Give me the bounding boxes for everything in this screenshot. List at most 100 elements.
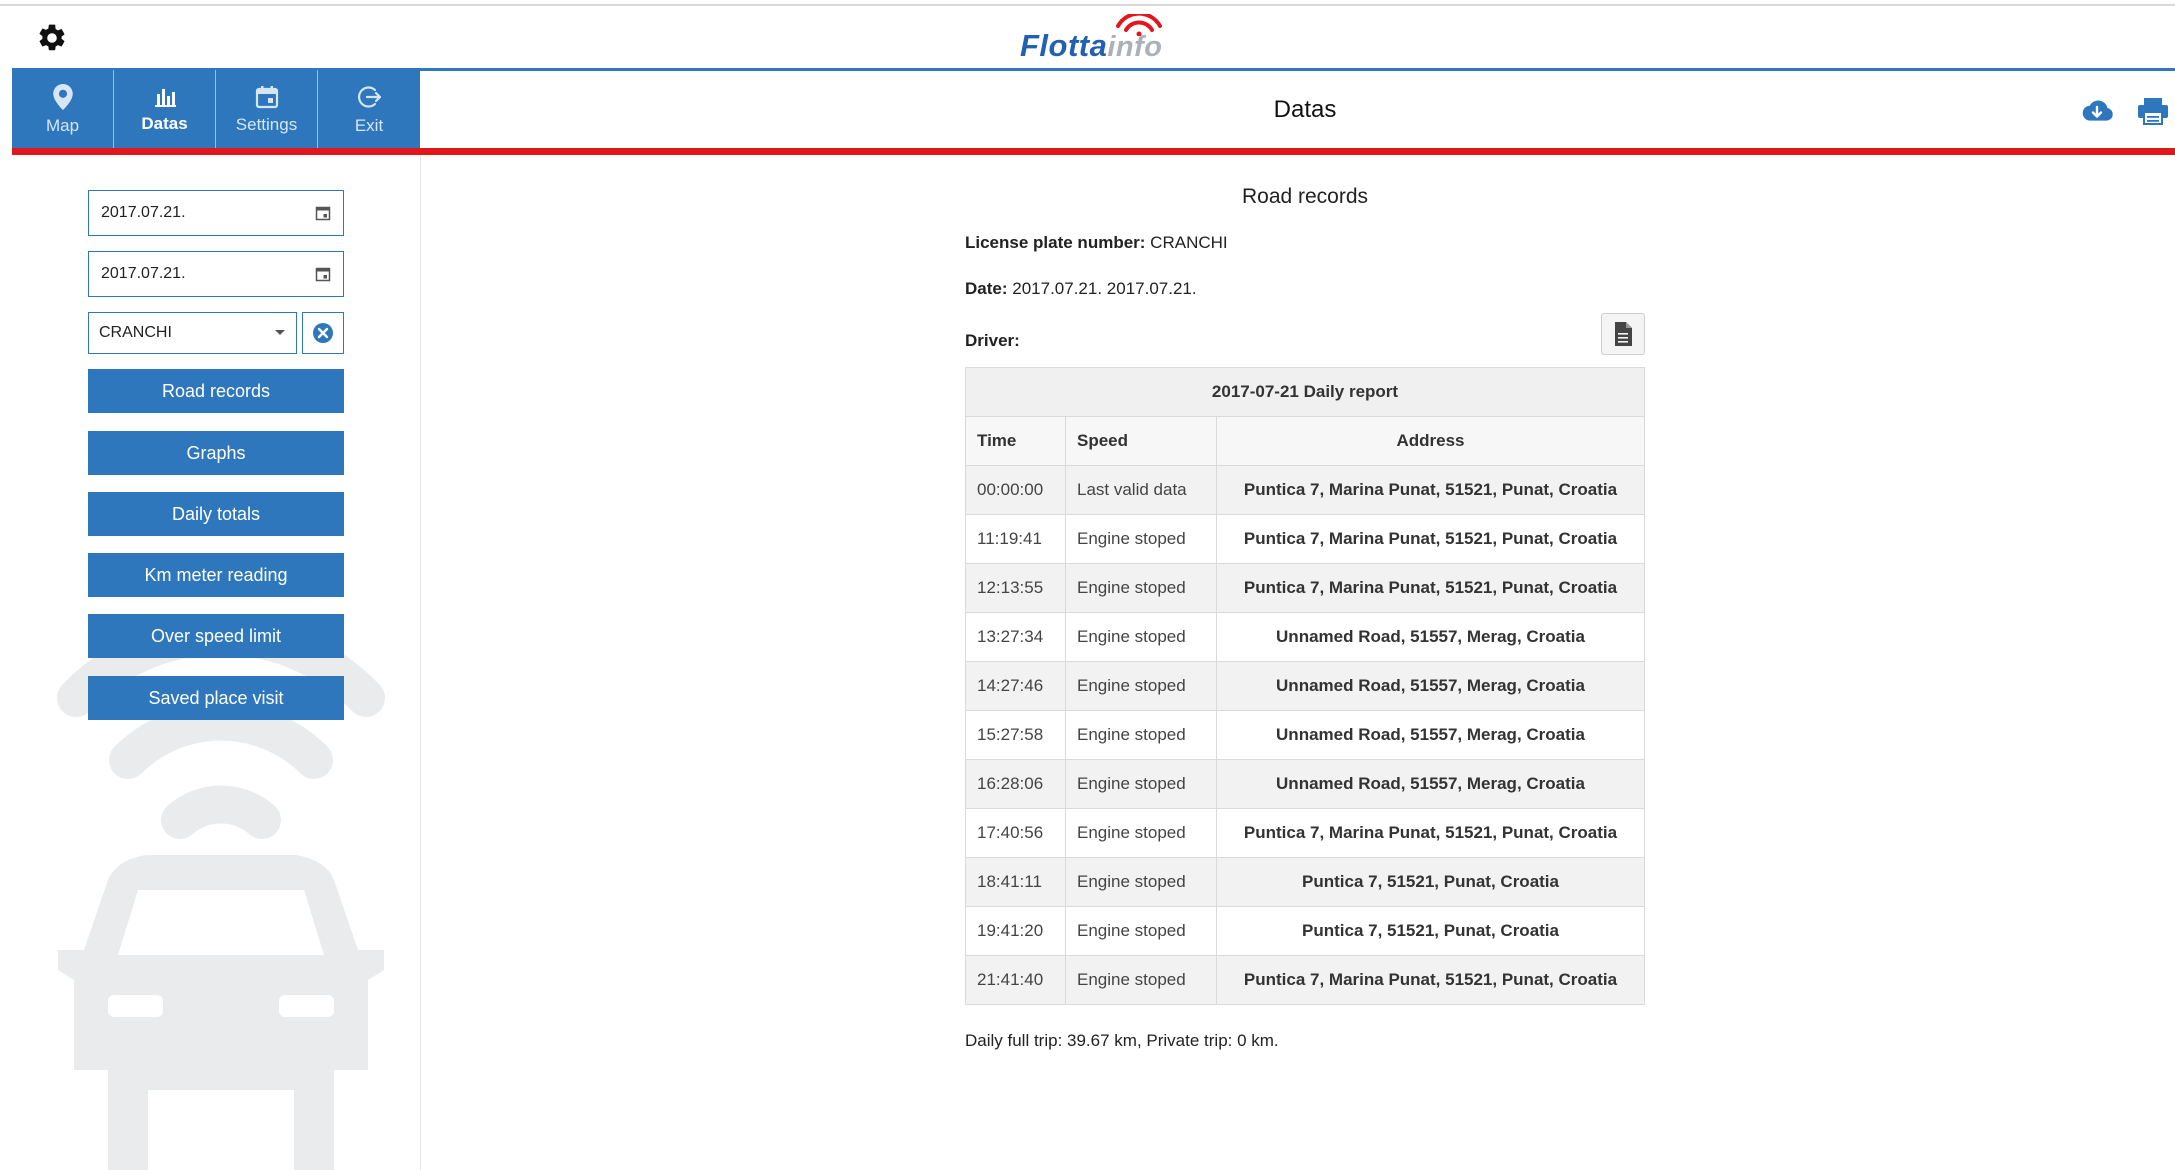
row-address-cell: Unnamed Road, 51557, Merag, Croatia xyxy=(1216,661,1645,711)
close-circle-icon xyxy=(313,323,333,343)
date-line: Date: 2017.07.21. 2017.07.21. xyxy=(965,279,1645,299)
row-address-cell: Unnamed Road, 51557, Merag, Croatia xyxy=(1216,612,1645,662)
row-address-cell: Puntica 7, 51521, Punat, Croatia xyxy=(1216,906,1645,956)
report-title: Road records xyxy=(1241,185,1369,208)
row-speed-cell: Engine stoped xyxy=(1065,906,1217,956)
row-speed-cell: Engine stoped xyxy=(1065,759,1217,809)
date-label: Date: xyxy=(965,279,1008,298)
row-time-cell: 17:40:56 xyxy=(965,808,1066,858)
row-time-cell: 21:41:40 xyxy=(965,955,1066,1005)
row-speed-cell: Engine stoped xyxy=(1065,563,1217,613)
table-row: 17:40:56 Engine stoped Puntica 7, Marina P… xyxy=(965,808,1645,858)
table-row: 21:41:40 Engine stoped Puntica 7, Marina P… xyxy=(965,955,1645,1005)
wifi-signal-icon xyxy=(1116,14,1162,36)
row-time-cell: 11:19:41 xyxy=(965,514,1066,564)
row-time-cell: 14:27:46 xyxy=(965,661,1066,711)
row-time-cell: 15:27:58 xyxy=(965,710,1066,760)
row-speed-cell: Last valid data xyxy=(1065,465,1217,515)
daily-totals-button[interactable]: Daily totals xyxy=(88,492,344,536)
printer-icon[interactable] xyxy=(2136,96,2170,126)
car-watermark-icon xyxy=(57,650,385,1170)
column-header-address: Address xyxy=(1216,416,1645,466)
cloud-download-icon[interactable] xyxy=(2080,96,2114,126)
driver-row: Driver: xyxy=(965,313,1645,365)
row-speed-cell: Engine stoped xyxy=(1065,661,1217,711)
graphs-button[interactable]: Graphs xyxy=(88,431,344,475)
nav-map[interactable]: Map xyxy=(12,70,114,149)
vehicle-select-value: CRANCHI xyxy=(99,324,172,341)
row-address-cell: Puntica 7, Marina Punat, 51521, Punat, C… xyxy=(1216,465,1645,515)
nav-exit-label: Exit xyxy=(354,115,384,135)
column-header-time: Time xyxy=(965,416,1066,466)
vehicle-select[interactable]: CRANCHI xyxy=(88,312,297,354)
nav-exit[interactable]: Exit xyxy=(318,70,420,149)
row-speed-cell: Engine stoped xyxy=(1065,612,1217,662)
table-caption: 2017-07-21 Daily report xyxy=(965,367,1645,417)
driver-line: Driver: xyxy=(965,331,1020,351)
row-speed-cell: Engine stoped xyxy=(1065,857,1217,907)
main-nav: Map Datas Settings Exit xyxy=(12,70,420,149)
road-records-button[interactable]: Road records xyxy=(88,369,344,413)
map-pin-icon xyxy=(52,83,73,110)
export-document-button[interactable] xyxy=(1601,313,1645,355)
calendar-icon xyxy=(255,85,278,108)
gear-icon[interactable] xyxy=(36,22,68,54)
table-row: 19:41:20 Engine stoped Puntica 7, 51521, P… xyxy=(965,906,1645,956)
over-speed-limit-button[interactable]: Over speed limit xyxy=(88,614,344,658)
nav-datas-label: Datas xyxy=(141,113,188,133)
flottainfo-logo: Flotta info xyxy=(1020,14,1163,64)
date-to-value: 2017.07.21. xyxy=(101,265,186,282)
row-speed-cell: Engine stoped xyxy=(1065,710,1217,760)
row-time-cell: 16:28:06 xyxy=(965,759,1066,809)
page-title: Datas xyxy=(1273,96,1337,123)
logo-word-flotta: Flotta xyxy=(1020,28,1108,63)
table-row: 15:27:58 Engine stoped Unnamed Road, 51557… xyxy=(965,710,1645,760)
table-row: 18:41:11 Engine stoped Puntica 7, 51521, P… xyxy=(965,857,1645,907)
row-address-cell: Puntica 7, Marina Punat, 51521, Punat, C… xyxy=(1216,563,1645,613)
nav-map-label: Map xyxy=(45,115,80,135)
table-row: 11:19:41 Engine stoped Puntica 7, Marina P… xyxy=(965,514,1645,564)
trip-summary: Daily full trip: 39.67 km, Private trip:… xyxy=(965,1031,1279,1050)
column-header-speed: Speed xyxy=(1065,416,1217,466)
row-speed-cell: Engine stoped xyxy=(1065,514,1217,564)
license-plate-line: License plate number: CRANCHI xyxy=(965,233,1645,253)
row-time-cell: 13:27:34 xyxy=(965,612,1066,662)
daily-report-table: 2017-07-21 Daily report Time Speed Addre… xyxy=(965,367,1645,1005)
row-address-cell: Unnamed Road, 51557, Merag, Croatia xyxy=(1216,759,1645,809)
row-time-cell: 18:41:11 xyxy=(965,857,1066,907)
clear-vehicle-button[interactable] xyxy=(302,312,344,354)
nav-settings[interactable]: Settings xyxy=(216,70,318,149)
row-address-cell: Puntica 7, Marina Punat, 51521, Punat, C… xyxy=(1216,955,1645,1005)
date-value: 2017.07.21. 2017.07.21. xyxy=(1012,279,1197,298)
header-red-bar xyxy=(12,148,2175,155)
row-time-cell: 12:13:55 xyxy=(965,563,1066,613)
row-address-cell: Unnamed Road, 51557, Merag, Croatia xyxy=(1216,710,1645,760)
km-meter-reading-button[interactable]: Km meter reading xyxy=(88,553,344,597)
bar-chart-icon xyxy=(154,88,176,107)
row-speed-cell: Engine stoped xyxy=(1065,808,1217,858)
saved-place-visit-button[interactable]: Saved place visit xyxy=(88,676,344,720)
date-from-value: 2017.07.21. xyxy=(101,204,186,221)
row-address-cell: Puntica 7, Marina Punat, 51521, Punat, C… xyxy=(1216,808,1645,858)
road-records-panel: Road records License plate number: CRANC… xyxy=(965,185,1645,1051)
row-time-cell: 19:41:20 xyxy=(965,906,1066,956)
date-from-field[interactable]: 2017.07.21. xyxy=(88,190,344,236)
document-icon xyxy=(1615,322,1632,346)
date-to-field[interactable]: 2017.07.21. xyxy=(88,251,344,297)
nav-datas[interactable]: Datas xyxy=(114,70,216,149)
driver-label: Driver: xyxy=(965,331,1020,350)
calendar-icon[interactable] xyxy=(315,266,331,282)
row-address-cell: Puntica 7, Marina Punat, 51521, Punat, C… xyxy=(1216,514,1645,564)
table-row: 12:13:55 Engine stoped Puntica 7, Marina P… xyxy=(965,563,1645,613)
chevron-down-icon xyxy=(275,330,285,335)
calendar-icon[interactable] xyxy=(315,205,331,221)
table-body: 00:00:00 Last valid data Puntica 7, Marina… xyxy=(965,465,1645,1005)
row-speed-cell: Engine stoped xyxy=(1065,955,1217,1005)
row-time-cell: 00:00:00 xyxy=(965,465,1066,515)
row-address-cell: Puntica 7, 51521, Punat, Croatia xyxy=(1216,857,1645,907)
nav-settings-label: Settings xyxy=(235,114,298,134)
table-row: 00:00:00 Last valid data Puntica 7, Marina… xyxy=(965,465,1645,515)
table-row: 16:28:06 Engine stoped Unnamed Road, 51557… xyxy=(965,759,1645,809)
table-row: 13:27:34 Engine stoped Unnamed Road, 51557… xyxy=(965,612,1645,662)
license-plate-value: CRANCHI xyxy=(1150,233,1228,252)
